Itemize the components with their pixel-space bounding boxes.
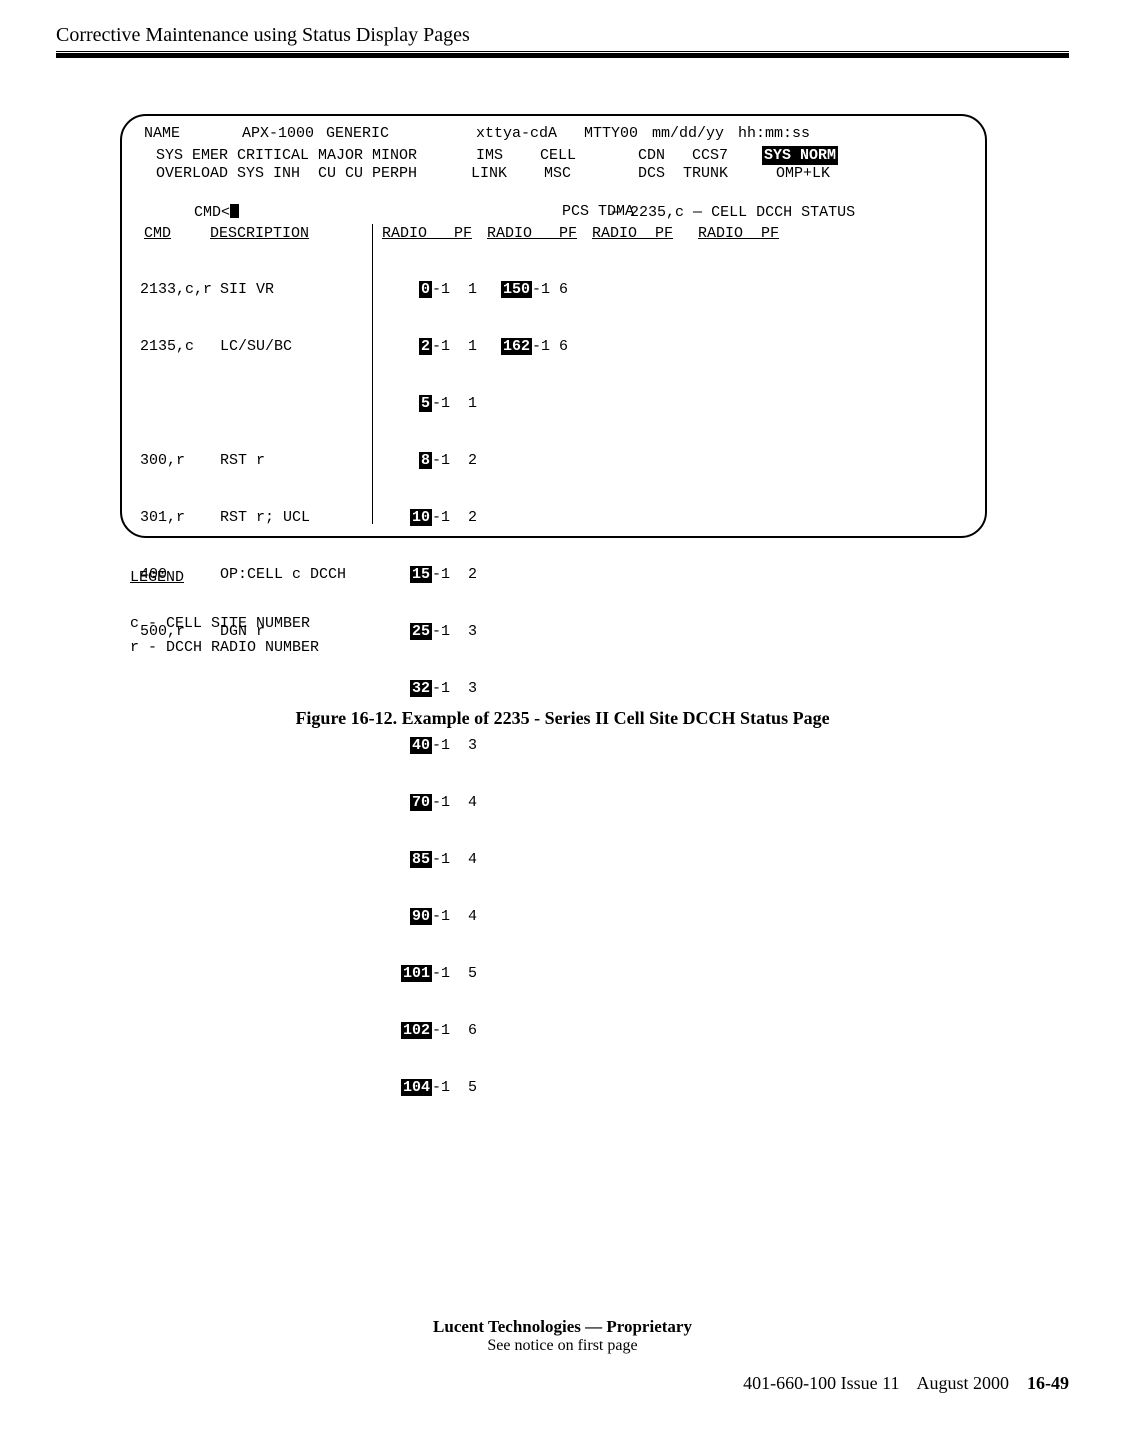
col-radio-h3: RADIO PF [592, 224, 673, 243]
column-divider [372, 224, 373, 524]
cmd-row: 2133,c,rSII VR [140, 280, 346, 299]
term-trunk: TRUNK [683, 164, 728, 183]
cmd-row: 2135,cLC/SU/BC [140, 337, 346, 356]
page-header: Corrective Maintenance using Status Disp… [56, 24, 1069, 58]
term-name-label: NAME [144, 124, 180, 143]
header-rule-thick [56, 53, 1069, 58]
term-apx: APX-1000 [242, 124, 314, 143]
radio-col-1: 0-1 1 2-1 1 5-1 1 8-1 2 10-1 2 15-1 2 25… [392, 242, 477, 1135]
term-sysnorm-badge: SYS NORM [762, 146, 838, 165]
legend-header: LEGEND [130, 569, 184, 586]
radio-row: 90-1 4 [392, 907, 477, 926]
col-cmd-header: CMD [144, 224, 171, 243]
radio-row: 10-1 2 [392, 508, 477, 527]
footer-date: August 2000 [916, 1373, 1009, 1393]
term-link: LINK [471, 164, 507, 183]
col-desc-header: DESCRIPTION [210, 224, 309, 243]
dash-right: — [684, 204, 711, 221]
legend-item: r - DCCH RADIO NUMBER [130, 636, 319, 660]
radio-row: 162-1 6 [492, 337, 568, 356]
col-radio-h1: RADIO PF [382, 224, 472, 243]
term-date: mm/dd/yy [652, 124, 724, 143]
header-title: Corrective Maintenance using Status Disp… [56, 24, 1069, 47]
col-radio-h4: RADIO PF [698, 224, 779, 243]
radio-row: 2-1 1 [392, 337, 477, 356]
radio-row: 8-1 2 [392, 451, 477, 470]
cmd-gap [140, 394, 346, 413]
header-rule-thin [56, 51, 1069, 52]
term-time: hh:mm:ss [738, 124, 810, 143]
radio-col-2: 150-1 6 162-1 6 [492, 242, 568, 394]
term-mtty: MTTY00 [584, 124, 638, 143]
footer-proprietary-2: See notice on first page [56, 1337, 1069, 1355]
legend-block: LEGEND c - CELL SITE NUMBER r - DCCH RAD… [130, 566, 319, 660]
legend-item: c - CELL SITE NUMBER [130, 612, 319, 636]
term-ims: IMS [476, 146, 503, 165]
footer-doc: 401-660-100 Issue 11 [743, 1373, 899, 1393]
term-generic: GENERIC [326, 124, 389, 143]
radio-row: 150-1 6 [492, 280, 568, 299]
radio-row: 85-1 4 [392, 850, 477, 869]
col-radio-h2: RADIO PF [487, 224, 577, 243]
radio-row: 104-1 5 [392, 1078, 477, 1097]
radio-row: 102-1 6 [392, 1021, 477, 1040]
term-cell: CELL [540, 146, 576, 165]
cursor-icon [230, 204, 239, 218]
radio-row: 15-1 2 [392, 565, 477, 584]
term-status-text: CELL DCCH STATUS [711, 204, 855, 221]
cmd-prompt-text: CMD< [194, 204, 230, 221]
term-omplk: OMP+LK [776, 164, 830, 183]
radio-row: 70-1 4 [392, 793, 477, 812]
term-ccs7: CCS7 [692, 146, 728, 165]
footer-page-number: 16-49 [1027, 1373, 1069, 1393]
cmd-row: 301,rRST r; UCL [140, 508, 346, 527]
radio-row: 40-1 3 [392, 736, 477, 755]
term-status-code: 2235,c [630, 204, 684, 221]
term-pcs: PCS TDMA [562, 202, 634, 221]
footer-proprietary-1: Lucent Technologies — Proprietary [433, 1317, 692, 1336]
term-alarm-labels-2: OVERLOAD SYS INH CU CU PERPH [156, 164, 417, 183]
radio-row: 32-1 3 [392, 679, 477, 698]
term-alarm-labels-1: SYS EMER CRITICAL MAJOR MINOR [156, 146, 417, 165]
term-msc: MSC [544, 164, 571, 183]
radio-row: 101-1 5 [392, 964, 477, 983]
term-dcs: DCS [638, 164, 665, 183]
term-cdn: CDN [638, 146, 665, 165]
term-tty: xttya-cdA [476, 124, 557, 143]
radio-row: 0-1 1 [392, 280, 477, 299]
page-footer: Lucent Technologies — Proprietary See no… [56, 1317, 1069, 1394]
figure-caption: Figure 16-12. Example of 2235 - Series I… [0, 708, 1125, 729]
cmd-row: 300,rRST r [140, 451, 346, 470]
radio-row: 5-1 1 [392, 394, 477, 413]
radio-row: 25-1 3 [392, 622, 477, 641]
terminal-panel: NAME APX-1000 GENERIC xttya-cdA MTTY00 m… [120, 114, 987, 538]
